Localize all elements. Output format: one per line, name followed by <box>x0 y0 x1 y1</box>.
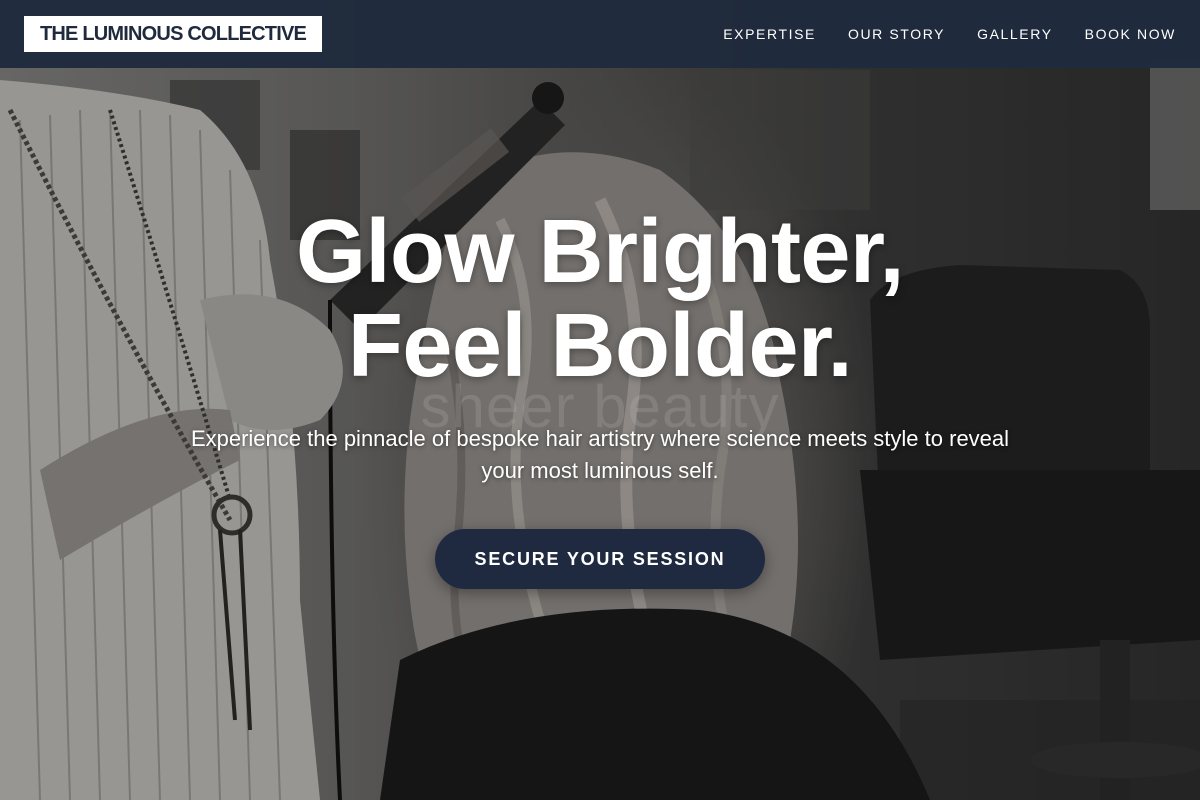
headline-line-2: Feel Bolder. <box>347 296 853 396</box>
nav-link-expertise[interactable]: EXPERTISE <box>723 26 816 42</box>
nav-link-our-story[interactable]: OUR STORY <box>848 26 945 42</box>
hero-subtext: Experience the pinnacle of bespoke hair … <box>190 426 1010 483</box>
hero-headline: Glow Brighter, Feel Bolder. <box>0 205 1200 393</box>
secure-session-button[interactable]: SECURE YOUR SESSION <box>435 529 765 589</box>
site-logo[interactable]: THE LUMINOUS COLLECTIVE <box>24 16 323 52</box>
nav-link-book-now[interactable]: BOOK NOW <box>1085 26 1176 42</box>
hero-content: Glow Brighter, Feel Bolder. Experience t… <box>0 205 1200 589</box>
nav-link-gallery[interactable]: GALLERY <box>977 26 1053 42</box>
main-nav: EXPERTISE OUR STORY GALLERY BOOK NOW <box>691 26 1176 42</box>
top-navbar: THE LUMINOUS COLLECTIVE EXPERTISE OUR ST… <box>0 0 1200 68</box>
headline-line-1: Glow Brighter, <box>295 202 905 302</box>
